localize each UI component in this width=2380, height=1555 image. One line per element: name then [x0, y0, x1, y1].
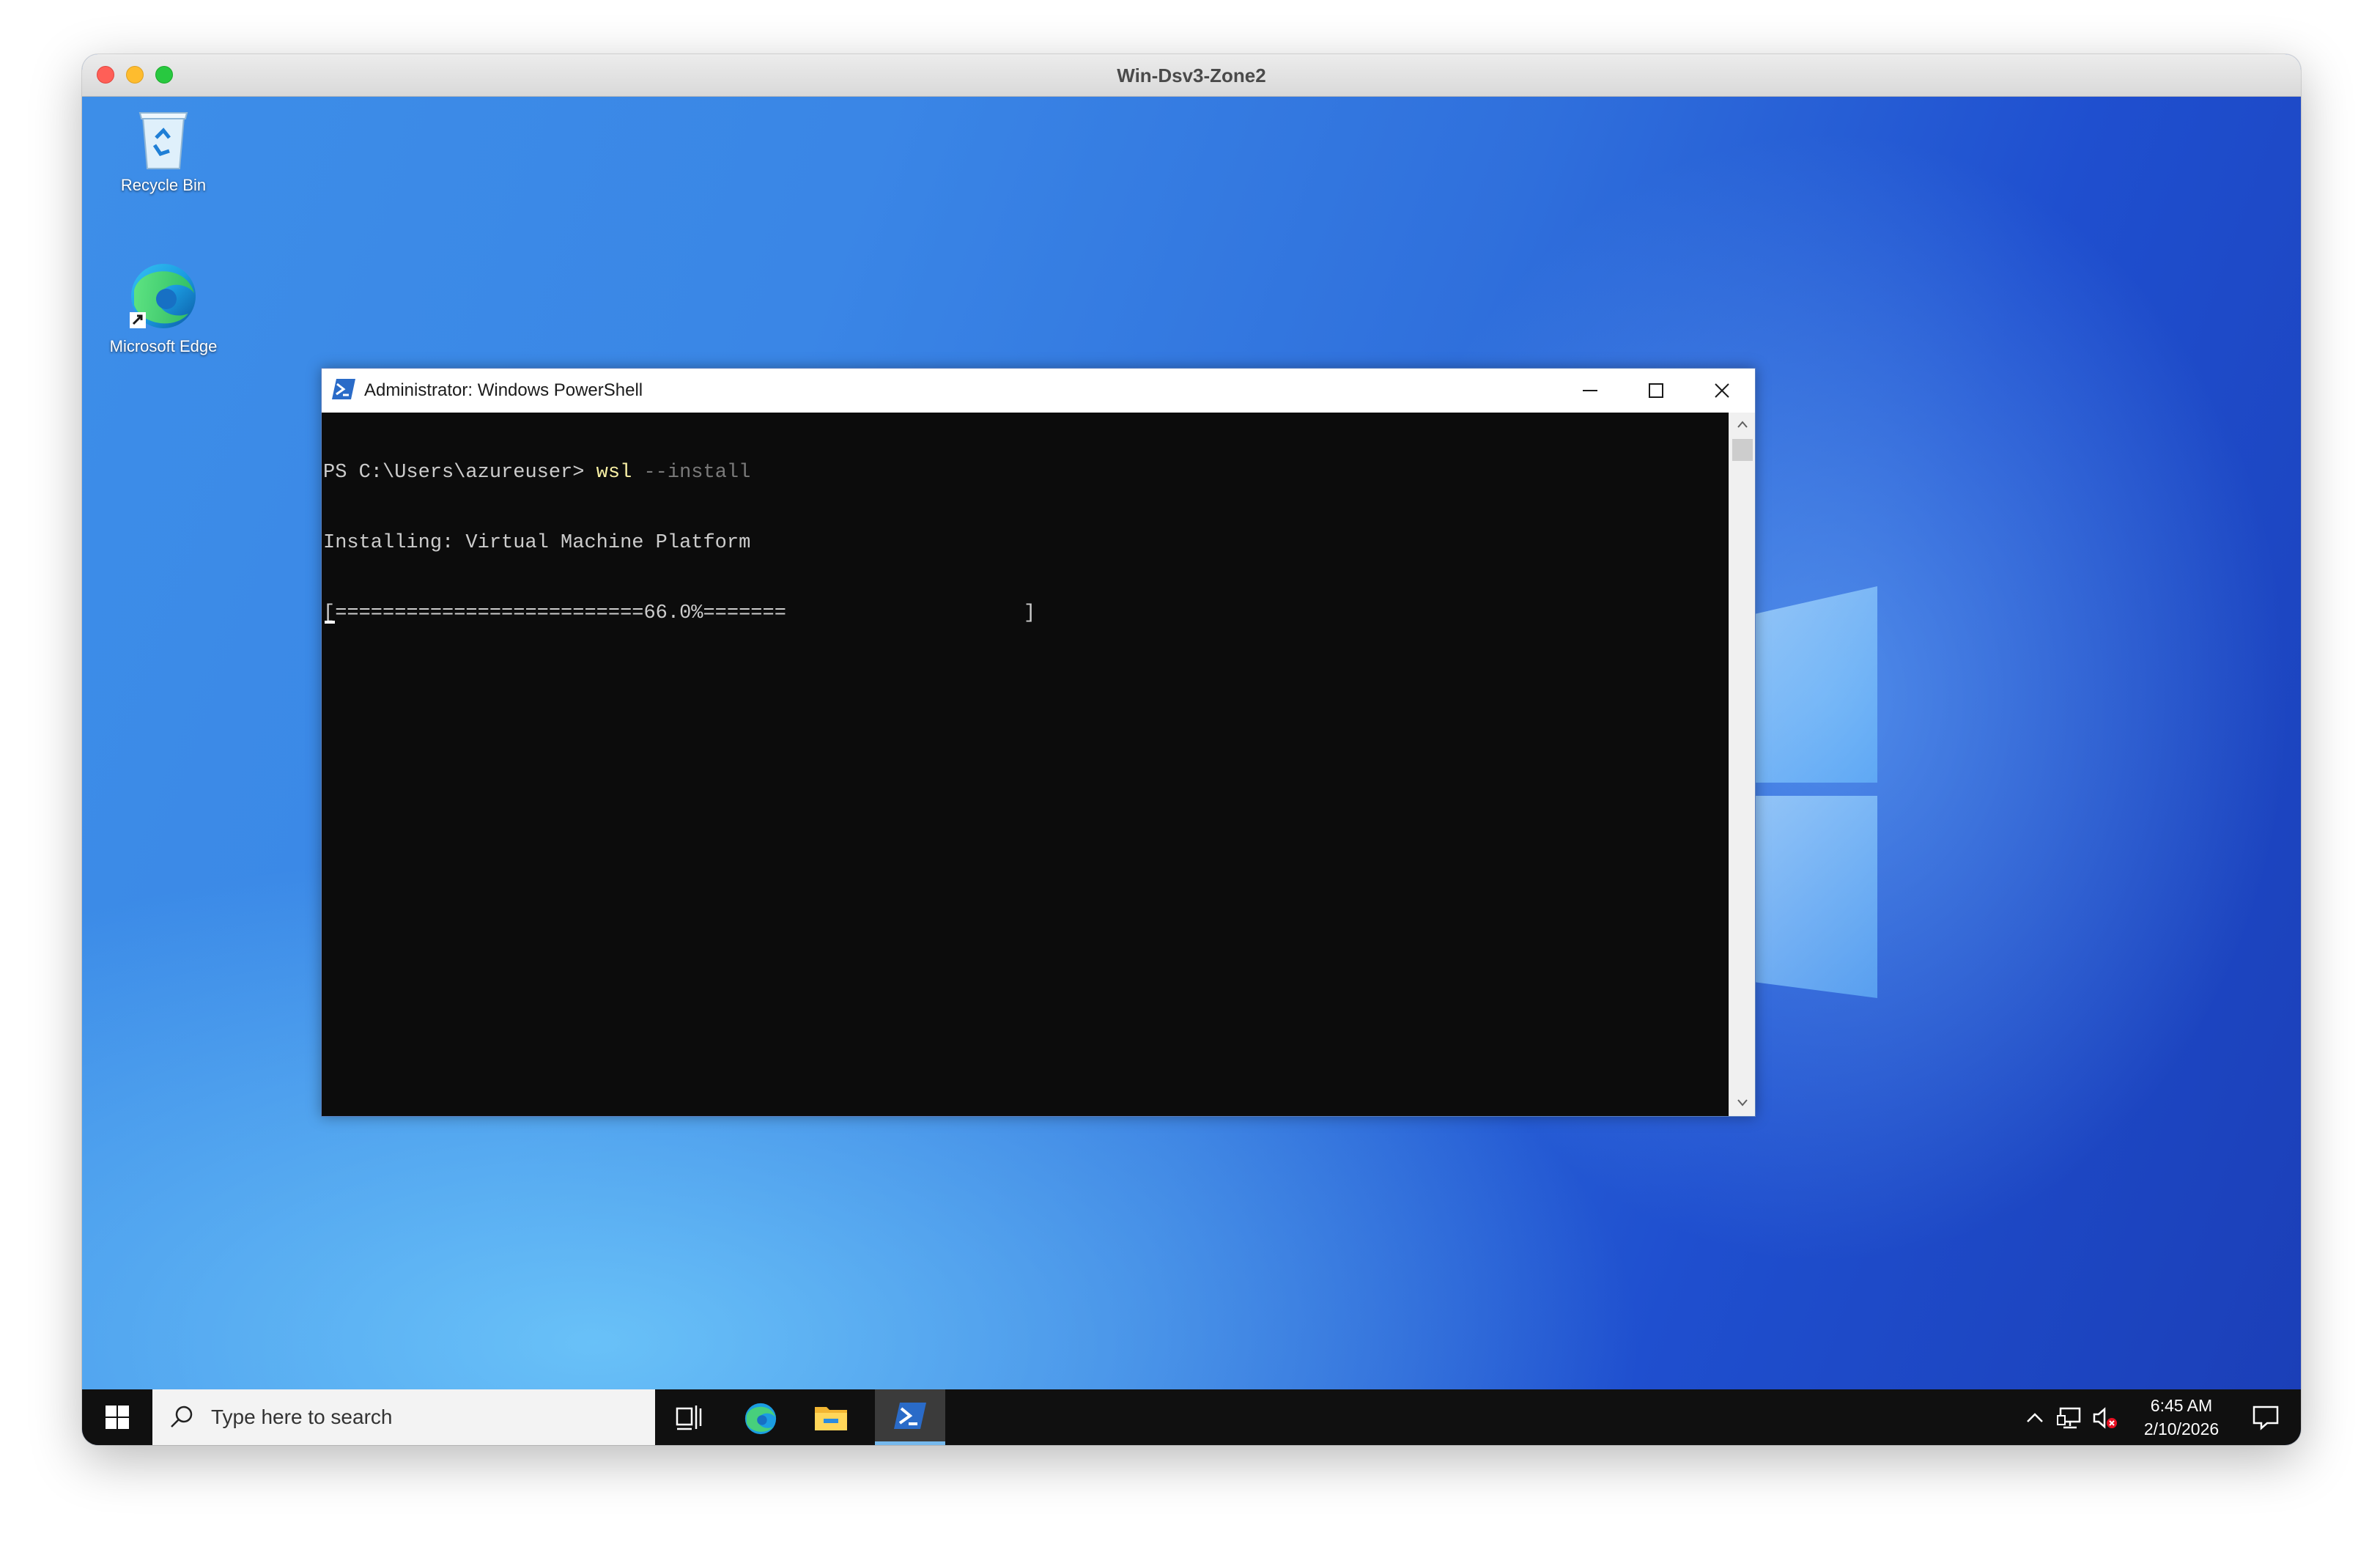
taskbar-edge-button[interactable]: [725, 1389, 796, 1445]
console-command: wsl: [596, 462, 632, 484]
taskbar-search-box[interactable]: Type here to search: [152, 1389, 655, 1445]
console-progress-line: [==========================66.0%======= …: [323, 602, 1729, 625]
powershell-icon: [332, 379, 355, 399]
search-icon: [171, 1406, 193, 1427]
console-progress-text: [==========================66.0%======= …: [323, 602, 1036, 624]
desktop-icon-label: Recycle Bin: [120, 176, 207, 194]
host-title-bar[interactable]: Win-Dsv3-Zone2: [82, 54, 2301, 97]
search-placeholder: Type here to search: [211, 1406, 393, 1428]
console-command-line: PS C:\Users\azureuser> wsl --install: [323, 461, 1729, 484]
windows-start-icon: [106, 1406, 129, 1429]
minimize-button[interactable]: [1557, 369, 1623, 413]
chevron-down-icon: [1737, 1099, 1748, 1107]
console-cursor: [325, 621, 335, 624]
powershell-console[interactable]: PS C:\Users\azureuser> wsl --install Ins…: [322, 413, 1730, 1116]
powershell-icon: [894, 1403, 926, 1429]
windows-desktop[interactable]: Recycle Bin Microsoft Edge Administrator…: [82, 97, 2301, 1389]
close-icon: [1715, 383, 1729, 398]
scroll-up-button[interactable]: [1729, 413, 1756, 437]
maximize-button[interactable]: [1623, 369, 1689, 413]
desktop-icon-label: Microsoft Edge: [109, 337, 218, 355]
console-prompt: PS C:\Users\azureuser>: [323, 462, 596, 484]
file-explorer-icon: [815, 1407, 847, 1430]
desktop-icon-microsoft-edge[interactable]: Microsoft Edge: [108, 259, 218, 358]
edge-icon: [744, 1403, 777, 1435]
console-scrollbar[interactable]: [1729, 413, 1755, 1116]
show-hidden-icons-chevron-icon[interactable]: [2024, 1407, 2046, 1429]
task-view-button[interactable]: [655, 1389, 725, 1445]
powershell-window[interactable]: Administrator: Windows PowerShell PS C:\…: [321, 368, 1756, 1117]
maximize-icon: [1649, 383, 1663, 398]
desktop-icon-recycle-bin[interactable]: Recycle Bin: [108, 106, 218, 196]
task-view-icon: [676, 1406, 702, 1430]
scrollbar-thumb[interactable]: [1732, 439, 1753, 461]
edge-icon: [130, 264, 196, 328]
clock-time: 6:45 AM: [2150, 1396, 2213, 1415]
network-icon[interactable]: [2056, 1406, 2084, 1430]
taskbar: Type here to search 6:45 AM 2/10/2026: [82, 1389, 2301, 1445]
host-vm-window: Win-Dsv3-Zone2 Recycle Bin Microsoft Edg…: [82, 54, 2301, 1445]
taskbar-clock[interactable]: 6:45 AM 2/10/2026: [2126, 1394, 2236, 1441]
powershell-title-bar[interactable]: Administrator: Windows PowerShell: [322, 369, 1755, 413]
taskbar-powershell-button[interactable]: [875, 1389, 945, 1445]
scroll-down-button[interactable]: [1729, 1091, 1756, 1116]
active-app-indicator: [875, 1441, 945, 1445]
minimize-icon: [1583, 390, 1597, 391]
console-parameter: --install: [632, 462, 751, 484]
notification-center-icon[interactable]: [2251, 1404, 2280, 1430]
host-window-title: Win-Dsv3-Zone2: [1117, 64, 1266, 86]
start-button[interactable]: [82, 1389, 152, 1445]
powershell-window-title: Administrator: Windows PowerShell: [364, 380, 643, 400]
close-button[interactable]: [1689, 369, 1755, 413]
recycle-bin-icon: [138, 112, 188, 169]
volume-muted-icon[interactable]: [2091, 1406, 2119, 1430]
chevron-up-icon: [1737, 421, 1748, 428]
console-status-line: Installing: Virtual Machine Platform: [323, 532, 751, 554]
clock-date: 2/10/2026: [2143, 1419, 2220, 1438]
taskbar-file-explorer-button[interactable]: [796, 1389, 866, 1445]
